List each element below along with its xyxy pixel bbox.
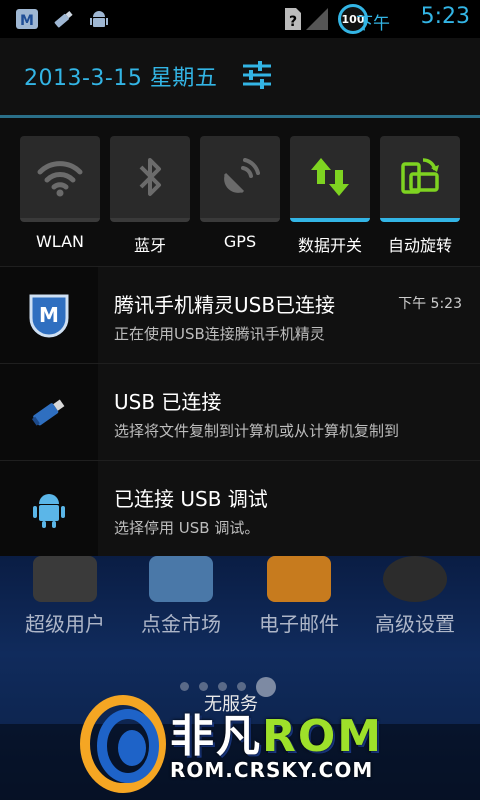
app-advanced-settings[interactable]: 高级设置 bbox=[360, 556, 470, 637]
market-icon bbox=[149, 556, 213, 602]
app-label: 高级设置 bbox=[375, 612, 455, 636]
superuser-icon bbox=[33, 556, 97, 602]
status-ampm: 下午 bbox=[356, 14, 390, 34]
app-superuser[interactable]: 超级用户 bbox=[10, 556, 120, 637]
date-label: 2013-3-15 星期五 bbox=[24, 66, 218, 91]
signal-icon bbox=[304, 6, 330, 32]
toggle-gps-label: GPS bbox=[223, 232, 257, 251]
notification-item[interactable]: 已连接 USB 调试 选择停用 USB 调试。 bbox=[0, 460, 480, 557]
toggle-gps[interactable] bbox=[200, 136, 280, 222]
notification-title: 已连接 USB 调试 bbox=[114, 487, 268, 511]
quick-toggles: WLAN 蓝牙 GPS 数据开关 自动旋转 bbox=[0, 118, 480, 266]
toggle-data-label: 数据开关 bbox=[297, 236, 362, 255]
svg-text:?: ? bbox=[289, 14, 297, 30]
toggle-rotate-label: 自动旋转 bbox=[387, 236, 452, 255]
android-debug-icon bbox=[86, 6, 112, 32]
rotate-icon bbox=[401, 158, 439, 194]
status-bar: M ? 100 下午 5:23 bbox=[0, 0, 480, 38]
wifi-icon bbox=[37, 161, 83, 197]
settings-sliders-icon[interactable] bbox=[240, 58, 274, 92]
bluetooth-icon bbox=[139, 158, 161, 196]
status-time: 5:23 bbox=[420, 4, 470, 29]
data-arrows-icon bbox=[311, 158, 349, 196]
toggle-wlan[interactable] bbox=[20, 136, 100, 222]
tencent-manager-icon: M bbox=[29, 294, 69, 338]
svg-text:M: M bbox=[20, 13, 34, 29]
toggle-rotate[interactable] bbox=[380, 136, 460, 222]
notification-header: 2013-3-15 星期五 bbox=[0, 38, 480, 116]
app-label: 点金市场 bbox=[141, 612, 221, 636]
notification-text: 正在使用USB连接腾讯手机精灵 bbox=[114, 325, 325, 343]
crsky-logo-icon bbox=[80, 695, 166, 793]
notification-title: 腾讯手机精灵USB已连接 bbox=[114, 293, 336, 317]
notification-title: USB 已连接 bbox=[114, 390, 222, 414]
app-email[interactable]: 电子邮件 bbox=[244, 556, 354, 637]
tencent-manager-icon: M bbox=[14, 6, 40, 32]
watermark-url: ROM.CRSKY.COM bbox=[170, 758, 374, 782]
app-label: 电子邮件 bbox=[259, 612, 339, 636]
notification-text: 选择停用 USB 调试。 bbox=[114, 519, 260, 537]
gps-icon bbox=[223, 158, 260, 194]
gear-icon bbox=[383, 556, 447, 602]
notification-time: 下午 5:23 bbox=[398, 296, 462, 312]
toggle-wlan-label: WLAN bbox=[35, 232, 84, 251]
app-market[interactable]: 点金市场 bbox=[126, 556, 236, 637]
notification-text: 选择将文件复制到计算机或从计算机复制到 bbox=[114, 422, 400, 440]
notification-item[interactable]: USB 已连接 选择将文件复制到计算机或从计算机复制到 bbox=[0, 363, 480, 460]
toggle-bluetooth-label: 蓝牙 bbox=[133, 236, 166, 255]
notification-item[interactable]: M 腾讯手机精灵USB已连接 下午 5:23 正在使用USB连接腾讯手机精灵 bbox=[0, 266, 480, 363]
usb-icon bbox=[31, 399, 65, 426]
watermark: 非凡ROM ROM.CRSKY.COM bbox=[78, 688, 408, 796]
toggle-bluetooth[interactable] bbox=[110, 136, 190, 222]
usb-icon bbox=[50, 6, 76, 32]
watermark-brand: 非凡ROM bbox=[170, 711, 384, 762]
app-label: 超级用户 bbox=[25, 612, 105, 636]
toggle-data[interactable] bbox=[290, 136, 370, 222]
email-icon bbox=[267, 556, 331, 602]
android-debug-icon bbox=[33, 494, 65, 528]
svg-text:M: M bbox=[39, 303, 59, 327]
